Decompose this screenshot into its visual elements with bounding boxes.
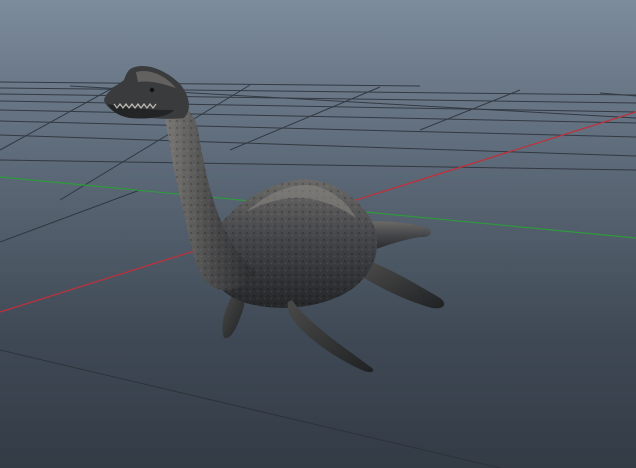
grid-line [0, 81, 421, 87]
front-flipper [287, 300, 374, 373]
viewport-scene[interactable] [0, 0, 636, 468]
3d-viewport[interactable] [0, 0, 636, 468]
grid-line [0, 189, 141, 243]
grid-line [0, 100, 636, 113]
grid-line [0, 159, 636, 171]
grid-line [0, 120, 636, 138]
grid-line [0, 109, 636, 124]
grid-line [0, 93, 636, 104]
hind-flipper [364, 262, 445, 309]
neck-texture [166, 103, 256, 291]
plesiosaur-model[interactable] [104, 65, 445, 373]
grid-line [0, 134, 636, 157]
grid-line [0, 349, 501, 468]
grid-line [0, 87, 636, 96]
eye [149, 87, 155, 93]
